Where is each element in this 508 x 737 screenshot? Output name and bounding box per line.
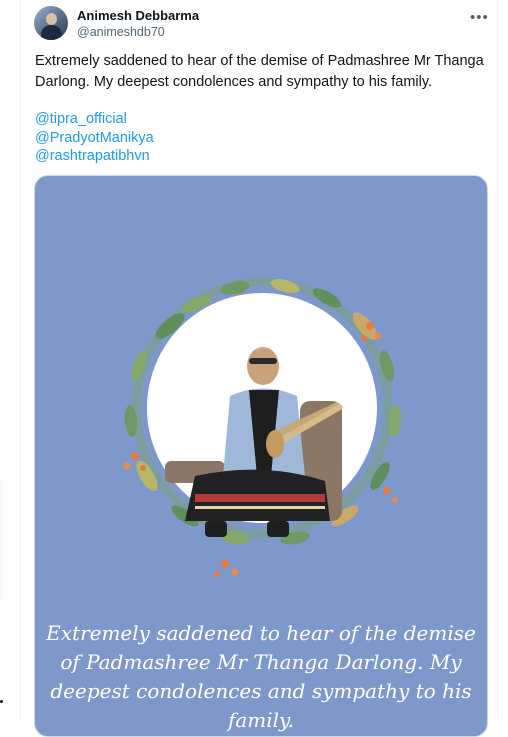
right-column-edge	[497, 0, 508, 719]
image-caption: Extremely saddened to hear of the demise…	[46, 621, 476, 732]
condolence-artwork: Extremely saddened to hear of the demise…	[46, 277, 476, 732]
author-name[interactable]: Animesh Debbarma	[77, 8, 199, 23]
avatar-torso	[41, 25, 62, 40]
mention-pradyot-manikya[interactable]: @PradyotManikya	[35, 129, 154, 148]
left-edge-dot	[0, 700, 3, 703]
avatar-head	[46, 13, 57, 25]
left-scroll-track	[0, 480, 3, 600]
mention-tipra-official[interactable]: @tipra_official	[35, 110, 154, 129]
mentions-list: @tipra_official @PradyotManikya @rashtra…	[35, 110, 154, 166]
tweet-media-image[interactable]: Extremely saddened to hear of the demise…	[34, 175, 488, 737]
tweet-text: Extremely saddened to hear of the demise…	[35, 53, 484, 90]
author-handle[interactable]: @animeshdb70	[77, 25, 165, 39]
avatar[interactable]	[34, 6, 68, 40]
mention-rashtrapatibhvn[interactable]: @rashtrapatibhvn	[35, 147, 154, 166]
left-column-edge	[0, 0, 21, 719]
more-horizontal-icon[interactable]: •••	[470, 9, 489, 26]
